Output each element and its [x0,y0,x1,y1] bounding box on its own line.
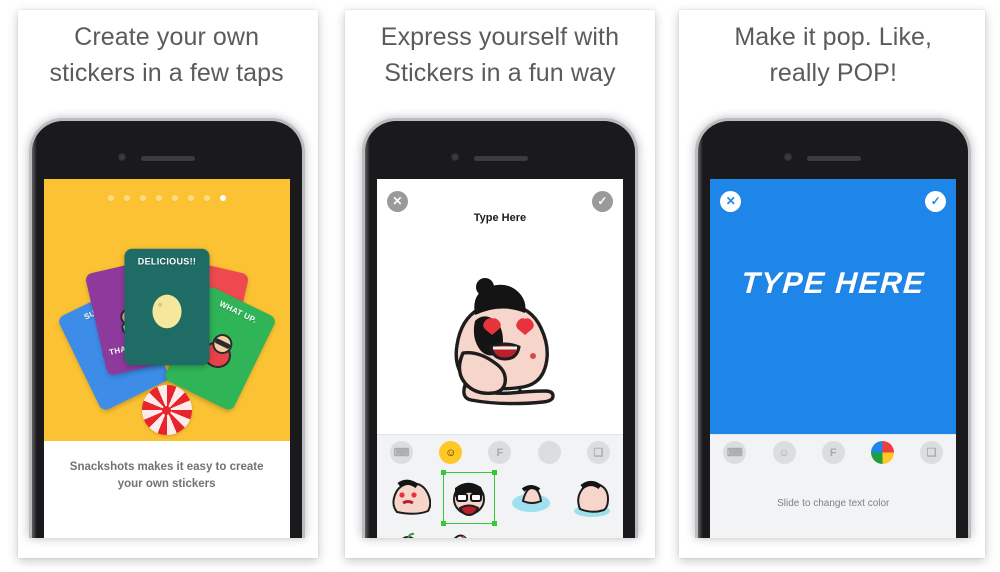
sticker-card-front[interactable]: DELICIOUS!! [124,248,210,366]
resize-handle[interactable] [492,521,498,526]
color-wheel-icon[interactable] [537,441,561,464]
confirm-check-icon[interactable]: ✓ [591,191,613,212]
sticker-card-fan: SUC... THAT GAVE ME CANCER [44,237,290,412]
sticker-grid[interactable] [376,470,623,538]
close-icon[interactable]: ✕ [720,191,742,212]
sticker-art [141,281,193,333]
sticker-thumb[interactable] [385,475,431,521]
editor-title: Type Here [473,212,527,224]
resize-handle[interactable] [492,470,498,475]
headline-line-2: really POP! [769,58,897,87]
camera-icon [450,153,459,161]
keyboard-icon[interactable]: ⌨ [723,441,747,464]
panel-1: Create your own stickers in a few taps T… [0,0,333,572]
editor-toolbar[interactable]: ⌨ ☺ F ❑ [376,434,623,470]
speaker-grill [473,156,528,161]
sticker-thumb[interactable] [569,531,615,538]
panel-2: Express yourself with Stickers in a fun … [333,0,666,572]
camera-icon [784,153,793,161]
camera-icon [117,153,126,161]
pager-dot[interactable] [107,195,114,201]
headline-line-1: Express yourself with [380,23,620,51]
editor-toolbar[interactable]: ⌨ ☺ F ❑ [710,434,957,470]
smiley-icon[interactable]: ☺ [772,441,796,464]
headline-line-1: Make it pop. Like, [734,23,933,51]
pager-dot[interactable] [139,195,146,201]
headline-line-2: stickers in a few taps [49,58,284,87]
pager-dot[interactable] [187,195,194,201]
sticker-card-label: DELICIOUS!! [137,256,196,267]
font-icon[interactable]: F [821,441,845,464]
speaker-grill [807,156,862,161]
color-slider-hint: Slide to change text color [777,498,890,509]
pager-dot[interactable] [171,195,178,201]
phone-1-screen: SUC... THAT GAVE ME CANCER [43,179,290,538]
panel-2-headline: Express yourself with Stickers in a fun … [333,20,666,91]
sticker-thumb-selected[interactable] [441,470,498,526]
peppermint-candy-icon [141,385,192,435]
phone-mockup-1: SUC... THAT GAVE ME CANCER [28,118,305,538]
color-slider-panel[interactable]: Slide to change text color [710,470,957,538]
headline-line-2: Stickers in a fun way [384,58,616,87]
sticker-canvas[interactable] [376,241,623,434]
headline-line-1: Create your own [74,23,260,51]
pager-dots[interactable] [44,195,290,201]
pager-dot[interactable] [155,195,162,201]
pager-dot[interactable] [123,195,130,201]
sticker-thumb[interactable] [508,531,554,538]
sumo-heart-eyes-sticker[interactable] [425,263,575,413]
phone-2-screen: ✕ ✓ Type Here ⌨ ☺ F ❑ [376,179,623,538]
phone-mockup-3: ✕ ✓ TYPE HERE ⌨ ☺ F ❑ Slide to change te… [695,118,972,538]
panel-3-headline: Make it pop. Like, really POP! [667,20,1000,91]
keyboard-icon[interactable]: ⌨ [390,441,414,464]
frame-icon[interactable]: ❑ [920,441,944,464]
frame-icon[interactable]: ❑ [586,441,610,464]
resize-handle[interactable] [441,470,447,475]
app-caption-line-1: Snackshots makes it easy to create [69,461,264,473]
app-root: Create your own stickers in a few taps T… [0,0,1000,572]
smiley-icon[interactable]: ☺ [439,441,463,464]
pager-dot-active[interactable] [219,195,226,201]
speaker-grill [140,156,195,161]
app-caption-line-2: your own stickers [117,477,216,490]
editor-header: ✕ ✓ Type Here [376,179,623,241]
sticker-thumb[interactable] [446,531,492,538]
panel-list: Create your own stickers in a few taps T… [0,0,1000,572]
panel-1-headline: Create your own stickers in a few taps [0,20,333,91]
panel-3: Make it pop. Like, really POP! ✕ ✓ TYPE … [667,0,1000,572]
canvas-text[interactable]: TYPE HERE [710,267,956,301]
sticker-pack-hero: SUC... THAT GAVE ME CANCER [43,179,290,441]
sticker-thumb[interactable] [569,475,615,521]
color-wheel-icon[interactable] [870,441,894,464]
phone-mockup-2: ✕ ✓ Type Here ⌨ ☺ F ❑ [361,118,638,538]
sticker-thumb[interactable] [385,531,431,538]
phone-3-screen: ✕ ✓ TYPE HERE ⌨ ☺ F ❑ Slide to change te… [710,179,957,538]
resize-handle[interactable] [441,521,447,526]
app-caption: Snackshots makes it easy to create your … [58,459,276,492]
confirm-check-icon[interactable]: ✓ [925,191,947,212]
close-icon[interactable]: ✕ [386,191,408,212]
sticker-thumb[interactable] [508,475,554,521]
font-icon[interactable]: F [488,441,512,464]
text-color-canvas[interactable]: ✕ ✓ TYPE HERE [710,179,957,434]
pager-dot[interactable] [203,195,210,201]
